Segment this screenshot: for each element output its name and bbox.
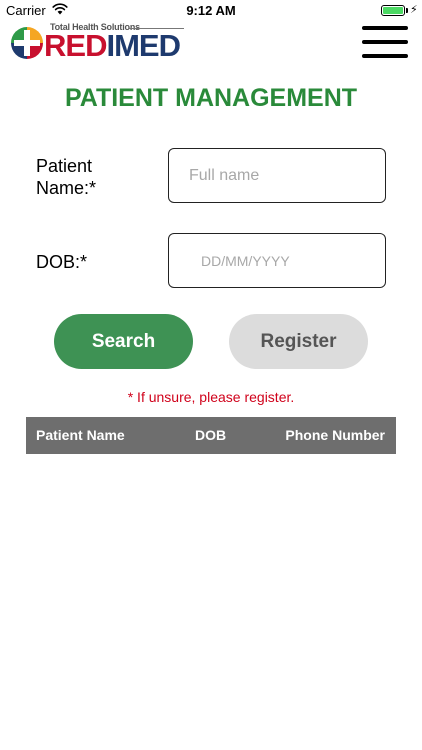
status-time: 9:12 AM: [186, 3, 236, 18]
dob-input[interactable]: [168, 233, 386, 288]
column-patient-name: Patient Name: [36, 427, 125, 443]
battery-cap: [406, 8, 408, 13]
hamburger-icon[interactable]: [362, 26, 408, 58]
logo-wordmark: REDIMED: [44, 28, 181, 64]
patient-name-input[interactable]: [168, 148, 386, 203]
logo-wordmark-red: RED: [44, 28, 107, 63]
page-title: PATIENT MANAGEMENT: [64, 84, 358, 112]
status-bar: Carrier 9:12 AM ⚡︎: [0, 0, 422, 22]
dob-label: DOB:*: [36, 252, 88, 272]
battery-icon: [381, 5, 405, 16]
patient-name-label: Patient Name:*: [36, 156, 97, 198]
menu-bar-bottom: [362, 54, 408, 58]
menu-bar-middle: [362, 40, 408, 44]
battery-level-fill: [383, 7, 403, 14]
column-phone-number: Phone Number: [285, 427, 385, 443]
results-table-header: Patient Name DOB Phone Number: [26, 417, 396, 454]
logo-cross-icon: [11, 27, 43, 59]
register-button[interactable]: Register: [229, 314, 368, 369]
search-button[interactable]: Search: [54, 314, 193, 369]
register-hint: * If unsure, please register.: [127, 389, 295, 405]
logo-wordmark-blue: IMED: [106, 28, 180, 63]
menu-bar-top: [362, 26, 408, 30]
redimed-logo: Total Health Solutions REDIMED: [10, 22, 190, 64]
bolt-icon: ⚡︎: [410, 4, 418, 16]
column-dob: DOB: [195, 427, 227, 443]
